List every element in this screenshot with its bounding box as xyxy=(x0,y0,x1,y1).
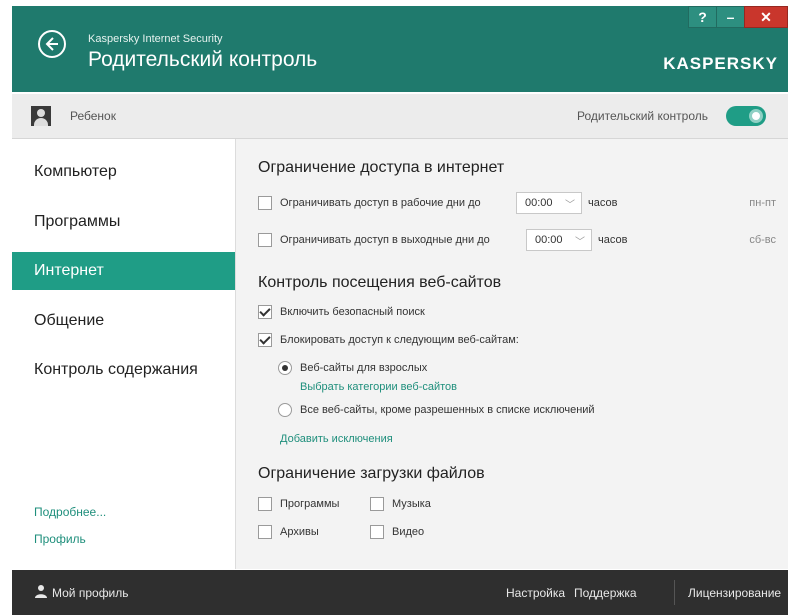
sidebar: Компьютер Программы Интернет Общение Кон… xyxy=(12,139,236,569)
sidebar-item-content-control[interactable]: Контроль содержания xyxy=(12,351,235,389)
sidebar-item-computer[interactable]: Компьютер xyxy=(12,153,235,191)
content-panel: Ограничение доступа в интернет Ограничив… xyxy=(236,139,788,569)
downloads-title: Ограничение загрузки файлов xyxy=(258,465,485,482)
internet-access-title: Ограничение доступа в интернет xyxy=(258,159,505,176)
profile-link[interactable]: Профиль xyxy=(34,532,86,546)
all-sites-radio[interactable] xyxy=(278,403,292,417)
title-bar: Kaspersky Internet Security Родительский… xyxy=(12,6,788,92)
child-profile-name[interactable]: Ребенок xyxy=(70,109,116,123)
music-checkbox[interactable] xyxy=(370,497,384,511)
safe-search-checkbox[interactable] xyxy=(258,305,272,319)
profile-bar: Ребенок Родительский контроль xyxy=(12,94,788,139)
close-button[interactable]: ✕ xyxy=(744,6,788,28)
app-name: Kaspersky Internet Security xyxy=(88,33,223,45)
weekends-time-value: 00:00 xyxy=(535,234,563,246)
all-sites-label: Все веб-сайты, кроме разрешенных в списк… xyxy=(300,404,595,416)
weekdays-time-select[interactable]: 00:00 ﹀ xyxy=(516,192,582,214)
adult-sites-radio[interactable] xyxy=(278,361,292,375)
archives-checkbox[interactable] xyxy=(258,525,272,539)
support-link[interactable]: Поддержка xyxy=(574,586,637,600)
weekdays-days: пн-пт xyxy=(749,197,776,209)
parental-control-label: Родительский контроль xyxy=(577,109,708,123)
adult-sites-label: Веб-сайты для взрослых xyxy=(300,362,428,374)
parental-control-toggle[interactable] xyxy=(726,106,766,126)
window-title: Родительский контроль xyxy=(88,48,318,71)
sidebar-item-programs[interactable]: Программы xyxy=(12,203,235,241)
user-icon xyxy=(34,584,48,601)
chevron-down-icon: ﹀ xyxy=(575,237,585,248)
licensing-link[interactable]: Лицензирование xyxy=(688,586,781,600)
weekdays-limit-label: Ограничивать доступ в рабочие дни до xyxy=(280,197,481,209)
video-checkbox[interactable] xyxy=(370,525,384,539)
kaspersky-logo: KASPERSKY xyxy=(663,54,778,73)
sidebar-item-internet[interactable]: Интернет xyxy=(12,252,235,290)
block-sites-label: Блокировать доступ к следующим веб-сайта… xyxy=(280,334,519,346)
footer-bar: Мой профиль Настройка Поддержка Лицензир… xyxy=(12,570,788,615)
block-sites-checkbox[interactable] xyxy=(258,333,272,347)
safe-search-label: Включить безопасный поиск xyxy=(280,306,425,318)
user-avatar-icon xyxy=(31,106,51,126)
weekends-days: сб-вс xyxy=(749,234,776,246)
weekends-limit-label: Ограничивать доступ в выходные дни до xyxy=(280,234,490,246)
weekdays-limit-checkbox[interactable] xyxy=(258,196,272,210)
weekdays-time-value: 00:00 xyxy=(525,197,553,209)
chevron-down-icon: ﹀ xyxy=(565,200,575,211)
back-arrow-icon[interactable] xyxy=(38,30,66,58)
programs-checkbox[interactable] xyxy=(258,497,272,511)
footer-divider xyxy=(674,580,675,605)
my-profile-link[interactable]: Мой профиль xyxy=(52,586,129,600)
window-controls: ? – ✕ xyxy=(688,6,788,30)
add-exceptions-link[interactable]: Добавить исключения xyxy=(280,433,393,445)
web-control-title: Контроль посещения веб-сайтов xyxy=(258,274,502,291)
weekends-time-select[interactable]: 00:00 ﹀ xyxy=(526,229,592,251)
sidebar-item-communication[interactable]: Общение xyxy=(12,302,235,340)
minimize-button[interactable]: – xyxy=(716,6,744,28)
programs-label: Программы xyxy=(280,498,340,510)
video-label: Видео xyxy=(392,526,425,538)
more-link[interactable]: Подробнее... xyxy=(34,505,106,519)
choose-categories-link[interactable]: Выбрать категории веб-сайтов xyxy=(300,381,457,393)
weekdays-unit: часов xyxy=(588,197,618,209)
weekends-unit: часов xyxy=(598,234,628,246)
settings-link[interactable]: Настройка xyxy=(506,586,565,600)
weekends-limit-checkbox[interactable] xyxy=(258,233,272,247)
music-label: Музыка xyxy=(392,498,431,510)
help-button[interactable]: ? xyxy=(688,6,716,28)
archives-label: Архивы xyxy=(280,526,319,538)
